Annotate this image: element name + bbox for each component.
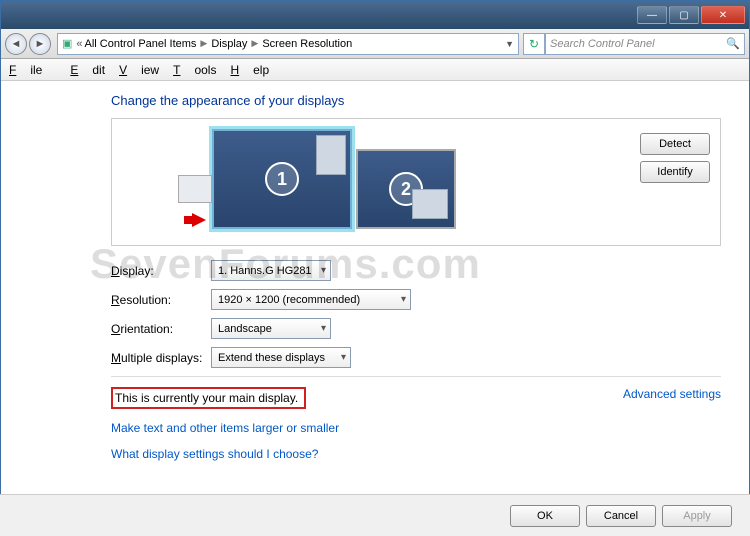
- search-input[interactable]: Search Control Panel 🔍: [545, 33, 745, 55]
- maximize-button[interactable]: ▢: [669, 6, 699, 24]
- main-display-notice: This is currently your main display.: [111, 387, 306, 409]
- cancel-button[interactable]: Cancel: [586, 505, 656, 527]
- page-title: Change the appearance of your displays: [111, 93, 721, 108]
- divider: [111, 376, 721, 377]
- menu-bar: File Edit View Tools Help: [1, 59, 749, 81]
- window-titlebar: — ▢ ✕: [1, 1, 749, 29]
- text-scaling-link[interactable]: Make text and other items larger or smal…: [111, 421, 721, 435]
- display-help-link[interactable]: What display settings should I choose?: [111, 447, 721, 461]
- display-label: Display:: [111, 264, 211, 278]
- chevron-left-icon: «: [76, 38, 82, 50]
- orientation-dropdown[interactable]: Landscape: [211, 318, 331, 339]
- refresh-button[interactable]: ↻: [523, 33, 545, 55]
- multiple-displays-label: Multiple displays:: [111, 351, 211, 365]
- window-thumbnail: [412, 189, 448, 219]
- breadcrumb-item[interactable]: Display: [211, 38, 247, 50]
- menu-edit[interactable]: Edit: [70, 63, 105, 77]
- detect-button[interactable]: Detect: [640, 133, 710, 155]
- content-area: Change the appearance of your displays 1…: [1, 81, 749, 461]
- address-bar[interactable]: ▣ « All Control Panel Items ▶ Display ▶ …: [57, 33, 519, 55]
- search-placeholder: Search Control Panel: [550, 38, 655, 50]
- monitor-1[interactable]: 1: [212, 129, 352, 229]
- menu-view[interactable]: View: [119, 63, 159, 77]
- taskbar-thumbnail: [178, 175, 212, 203]
- nav-toolbar: ◄ ► ▣ « All Control Panel Items ▶ Displa…: [1, 29, 749, 59]
- menu-file[interactable]: File: [9, 63, 56, 77]
- resolution-dropdown[interactable]: 1920 × 1200 (recommended): [211, 289, 411, 310]
- chevron-right-icon: ▶: [251, 38, 258, 49]
- search-icon: 🔍: [726, 37, 740, 50]
- apply-button[interactable]: Apply: [662, 505, 732, 527]
- breadcrumb-item[interactable]: All Control Panel Items: [85, 38, 197, 50]
- monitor-number: 1: [265, 162, 299, 196]
- identify-button[interactable]: Identify: [640, 161, 710, 183]
- breadcrumb-item[interactable]: Screen Resolution: [262, 38, 352, 50]
- dialog-footer: OK Cancel Apply: [0, 494, 750, 536]
- window-thumbnail: [316, 135, 346, 175]
- close-button[interactable]: ✕: [701, 6, 745, 24]
- orientation-label: Orientation:: [111, 322, 211, 336]
- monitor-2[interactable]: 2: [356, 149, 456, 229]
- menu-help[interactable]: Help: [230, 63, 269, 77]
- menu-tools[interactable]: Tools: [173, 63, 216, 77]
- chevron-right-icon: ▶: [200, 38, 207, 49]
- control-panel-icon: ▣: [62, 37, 72, 50]
- resolution-label: Resolution:: [111, 293, 211, 307]
- minimize-button[interactable]: —: [637, 6, 667, 24]
- advanced-settings-link[interactable]: Advanced settings: [623, 387, 721, 401]
- multiple-displays-dropdown[interactable]: Extend these displays: [211, 347, 351, 368]
- ok-button[interactable]: OK: [510, 505, 580, 527]
- annotation-arrow-icon: [192, 213, 206, 227]
- forward-button[interactable]: ►: [29, 33, 51, 55]
- display-arrangement-box: 1 2 Detect Identify: [111, 118, 721, 246]
- back-button[interactable]: ◄: [5, 33, 27, 55]
- display-dropdown[interactable]: 1. Hanns.G HG281: [211, 260, 331, 281]
- dropdown-icon[interactable]: ▼: [505, 39, 514, 49]
